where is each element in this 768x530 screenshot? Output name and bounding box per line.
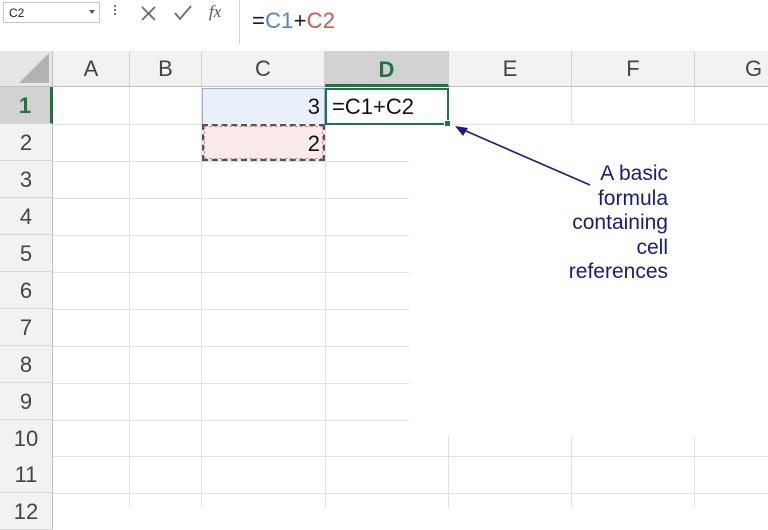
annotation-callout: A basic formula containing cell referenc… [520,162,668,285]
annotation-line: references [568,260,668,283]
annotation-line: containing [572,211,668,234]
annotation-line: A basic [600,162,668,185]
annotation-line: cell [636,235,668,259]
annotation-arrowhead [455,126,468,136]
annotation-line: formula [597,186,668,210]
